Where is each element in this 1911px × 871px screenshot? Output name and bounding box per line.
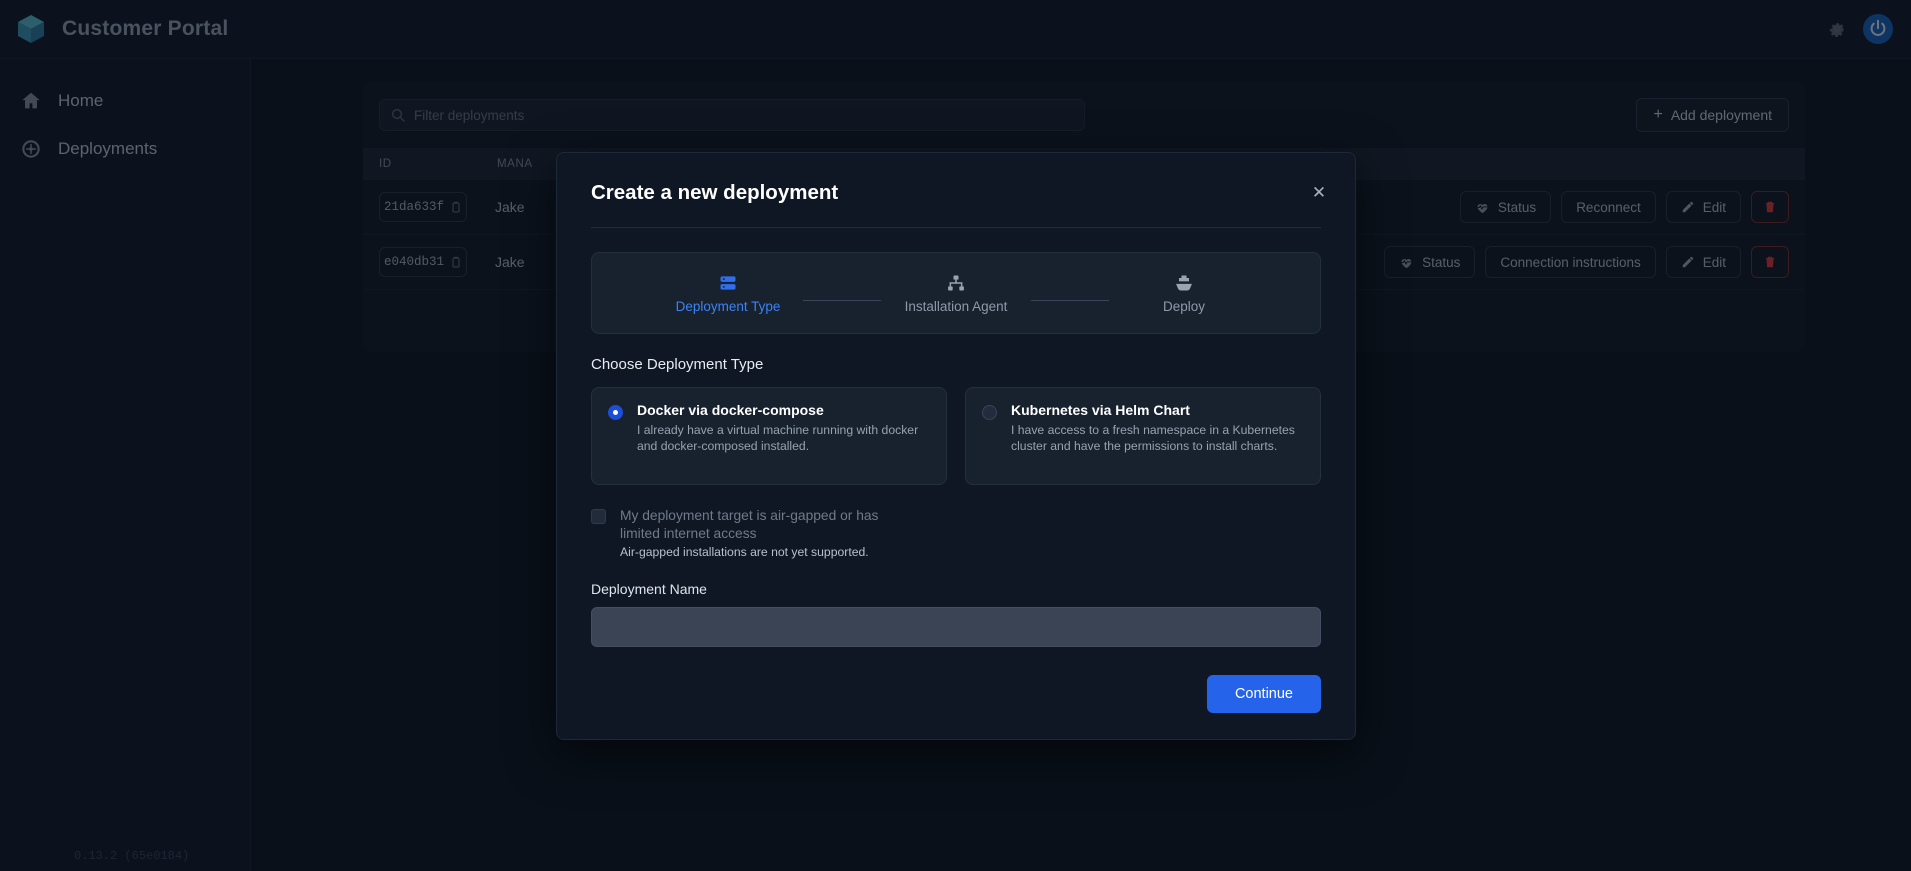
step-deployment-type[interactable]: Deployment Type — [653, 273, 803, 314]
section-label: Choose Deployment Type — [591, 356, 764, 373]
radio-kubernetes-helm[interactable] — [982, 405, 997, 420]
airgap-checkbox[interactable] — [591, 509, 606, 524]
modal-title: Create a new deployment — [591, 181, 839, 204]
deployment-name-input[interactable] — [591, 607, 1321, 648]
step-label: Deployment Type — [675, 298, 781, 314]
airgap-label: My deployment target is air-gapped or ha… — [620, 508, 879, 541]
sitemap-icon — [946, 273, 966, 293]
modal-divider — [591, 227, 1321, 228]
server-icon — [718, 273, 738, 293]
modal-footer: Continue — [591, 675, 1321, 714]
ship-icon — [1174, 273, 1194, 293]
create-deployment-modal: Create a new deployment ✕ Deployment Typ… — [556, 152, 1356, 740]
continue-button[interactable]: Continue — [1206, 675, 1321, 714]
step-connector — [1031, 299, 1109, 301]
step-deploy[interactable]: Deploy — [1109, 273, 1259, 314]
choice-desc: I have access to a fresh namespace in a … — [1011, 423, 1295, 454]
deployment-name-label: Deployment Name — [591, 581, 707, 598]
choice-text: Docker via docker-compose I already have… — [637, 402, 930, 470]
step-label: Installation Agent — [904, 298, 1008, 314]
choice-docker-compose[interactable]: Docker via docker-compose I already have… — [591, 387, 947, 485]
choice-text: Kubernetes via Helm Chart I have access … — [1011, 402, 1304, 470]
choice-title: Docker via docker-compose — [637, 402, 824, 418]
step-connector — [803, 299, 881, 301]
step-label: Deploy — [1162, 298, 1206, 314]
airgap-text: My deployment target is air-gapped or ha… — [620, 507, 920, 559]
choice-kubernetes-helm[interactable]: Kubernetes via Helm Chart I have access … — [965, 387, 1321, 485]
close-icon[interactable]: ✕ — [1309, 183, 1329, 203]
deployment-type-choices: Docker via docker-compose I already have… — [591, 387, 1321, 485]
choice-title: Kubernetes via Helm Chart — [1011, 402, 1190, 418]
modal-body: Choose Deployment Type Docker via docker… — [557, 334, 1355, 714]
modal-header: Create a new deployment ✕ — [557, 153, 1355, 205]
airgap-note: Air-gapped installations are not yet sup… — [620, 545, 869, 560]
stepper: Deployment Type Installation Agent Deplo… — [591, 252, 1321, 334]
airgap-option[interactable]: My deployment target is air-gapped or ha… — [591, 507, 1321, 559]
step-installation-agent[interactable]: Installation Agent — [881, 273, 1031, 314]
radio-docker-compose[interactable] — [608, 405, 623, 420]
choice-desc: I already have a virtual machine running… — [637, 423, 919, 454]
